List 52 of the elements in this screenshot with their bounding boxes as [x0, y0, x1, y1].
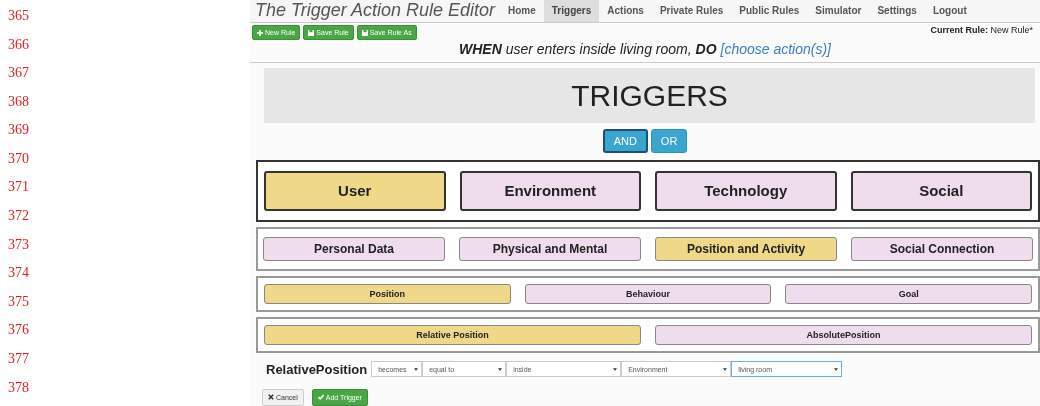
nav-tab[interactable]: Actions — [599, 0, 652, 22]
category-button[interactable]: Behaviour — [524, 283, 772, 304]
app-title: The Trigger Action Rule Editor — [254, 0, 497, 22]
caret-icon — [834, 367, 839, 371]
nav-tab[interactable]: Public Rules — [731, 0, 808, 22]
category-button[interactable]: Goal — [785, 283, 1032, 304]
category-button[interactable]: Personal Data — [263, 236, 445, 261]
nav-tab[interactable]: Settings — [869, 0, 925, 22]
check-icon — [317, 394, 324, 401]
condition-name: RelativePosition — [266, 361, 368, 377]
line-number: 374 — [7, 264, 30, 283]
line-number: 367 — [7, 64, 30, 83]
line-number: 378 — [7, 378, 30, 397]
nav-tab[interactable]: Logout — [924, 0, 975, 22]
plus-icon — [257, 29, 263, 36]
nav-tab[interactable]: Private Rules — [651, 0, 732, 22]
line-number: 365 — [7, 7, 30, 25]
category-button[interactable]: User — [264, 170, 446, 211]
category-button[interactable]: Social Connection — [851, 236, 1033, 261]
current-rule-label: Current Rule: — [930, 25, 988, 35]
line-number: 375 — [7, 292, 30, 311]
choose-actions-link[interactable]: [choose action(s)] — [720, 41, 831, 58]
caret-icon — [613, 367, 618, 371]
line-number: 376 — [7, 321, 30, 340]
close-icon — [268, 394, 274, 401]
caret-icon — [414, 367, 419, 371]
category-button[interactable]: Position and Activity — [655, 236, 837, 261]
current-rule-value: New Rule* — [990, 25, 1033, 35]
line-number: 366 — [7, 35, 30, 54]
category-button[interactable]: Position — [264, 283, 511, 304]
category-button[interactable]: Environment — [459, 170, 641, 211]
line-number: 370 — [7, 149, 30, 168]
rule-sentence: WHEN user enters inside living room, DO — [458, 41, 717, 58]
category-button[interactable]: Relative Position — [264, 324, 641, 345]
category-button[interactable]: Technology — [655, 170, 837, 211]
category-button[interactable]: Physical and Mental — [459, 236, 641, 261]
line-number: 371 — [7, 178, 30, 197]
line-number: 368 — [7, 92, 30, 111]
floppy-icon — [361, 29, 368, 36]
floppy-icon — [308, 29, 315, 36]
triggers-banner: TRIGGERS — [264, 68, 1035, 123]
category-button[interactable]: Social — [850, 170, 1032, 211]
line-number: 377 — [7, 349, 30, 368]
line-number: 372 — [7, 207, 30, 226]
line-number: 373 — [7, 235, 30, 254]
nav-tab[interactable]: Triggers — [543, 0, 600, 22]
nav-tab[interactable]: Home — [500, 0, 544, 22]
category-button[interactable]: AbsolutePosition — [655, 324, 1032, 345]
line-number: 369 — [7, 121, 30, 140]
nav-tab[interactable]: Simulator — [807, 0, 870, 22]
caret-icon — [498, 367, 503, 371]
caret-icon — [723, 367, 728, 371]
